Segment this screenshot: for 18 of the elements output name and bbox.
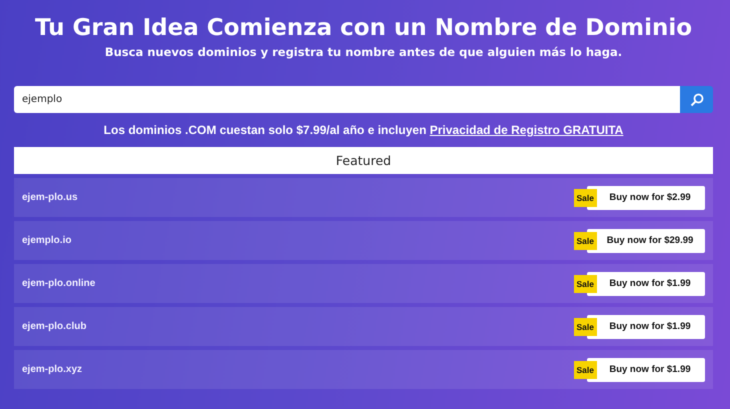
sale-badge: Sale	[574, 232, 597, 250]
domain-name: ejem-plo.club	[22, 321, 88, 332]
sale-badge: Sale	[574, 274, 597, 292]
page-title: Tu Gran Idea Comienza con un Nombre de Dominio	[34, 14, 694, 43]
domain-name: ejemplo.io	[22, 235, 72, 246]
domain-name: ejem-plo.online	[22, 278, 96, 289]
search-field[interactable]: ejemplo	[14, 86, 680, 113]
search-icon	[690, 92, 704, 106]
sale-badge: Sale	[574, 360, 597, 378]
pricing-notice: Los dominios .COM cuestan solo $7.99/al año e incluyen Privacidad de Registro GRATUITA	[102, 123, 624, 137]
domain-name: ejem-plo.xyz	[22, 364, 84, 375]
sale-badge: Sale	[574, 188, 597, 206]
domain-name: ejem-plo.us	[22, 192, 79, 203]
featured-heading: Featured	[14, 147, 713, 174]
privacy-link[interactable]: Privacidad de Registro GRATUITA	[430, 123, 624, 137]
sale-badge: Sale	[574, 318, 597, 336]
search-button[interactable]	[680, 86, 713, 113]
subtitle: Busca nuevos dominios y registra tu nombre antes de que alguien más lo haga.	[104, 45, 624, 59]
